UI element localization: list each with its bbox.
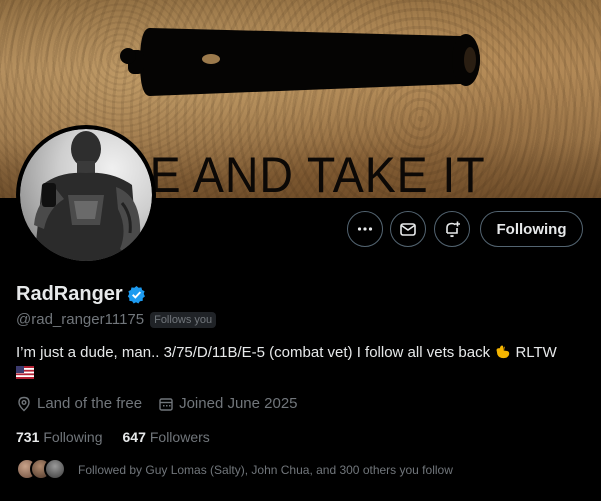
message-button[interactable] bbox=[390, 211, 426, 247]
following-label: Following bbox=[43, 429, 103, 445]
more-icon bbox=[357, 227, 373, 231]
bio-suffix: RLTW bbox=[515, 344, 557, 361]
avatar[interactable] bbox=[16, 125, 156, 265]
follow-stats: 731 Following 647 Followers bbox=[16, 429, 210, 445]
followed-by[interactable]: Followed by Guy Lomas (Salty), John Chua… bbox=[16, 458, 453, 482]
bio-text: I’m just a dude, man.. 3/75/D/11B/E-5 (c… bbox=[16, 344, 491, 361]
us-flag-icon bbox=[16, 366, 34, 379]
following-button[interactable]: Following bbox=[480, 211, 583, 247]
banner-slogan: ME AND TAKE IT bbox=[110, 147, 486, 198]
joined-item: Joined June 2025 bbox=[158, 395, 298, 412]
location-text: Land of the free bbox=[37, 395, 143, 412]
verified-badge-icon[interactable] bbox=[127, 285, 146, 304]
avatar-photo bbox=[20, 129, 152, 261]
more-button[interactable] bbox=[347, 211, 383, 247]
call-me-hand-icon bbox=[496, 345, 510, 359]
message-icon bbox=[400, 223, 416, 236]
joined-text: Joined June 2025 bbox=[179, 395, 298, 412]
followers-stat[interactable]: 647 Followers bbox=[123, 429, 210, 445]
notify-icon bbox=[446, 221, 460, 238]
following-stat[interactable]: 731 Following bbox=[16, 429, 103, 445]
mutual-avatar bbox=[44, 458, 66, 480]
handle-row: @rad_ranger11175 Follows you bbox=[16, 311, 217, 328]
following-count: 731 bbox=[16, 429, 40, 445]
location-item: Land of the free bbox=[16, 395, 142, 412]
notify-button[interactable] bbox=[434, 211, 470, 247]
location-pin-icon bbox=[18, 396, 30, 411]
mutual-avatars bbox=[16, 458, 68, 482]
bio: I’m just a dude, man.. 3/75/D/11B/E-5 (c… bbox=[16, 343, 586, 383]
profile-meta: Land of the free Joined June 2025 bbox=[16, 395, 298, 412]
handle: @rad_ranger11175 bbox=[16, 311, 145, 328]
followers-label: Followers bbox=[149, 429, 210, 445]
calendar-icon bbox=[159, 397, 173, 411]
followed-by-text: Followed by Guy Lomas (Salty), John Chua… bbox=[78, 463, 453, 477]
display-name: RadRanger bbox=[16, 283, 123, 305]
name-row: RadRanger bbox=[16, 283, 146, 306]
follows-you-badge: Follows you bbox=[150, 311, 217, 328]
followers-count: 647 bbox=[122, 429, 146, 445]
